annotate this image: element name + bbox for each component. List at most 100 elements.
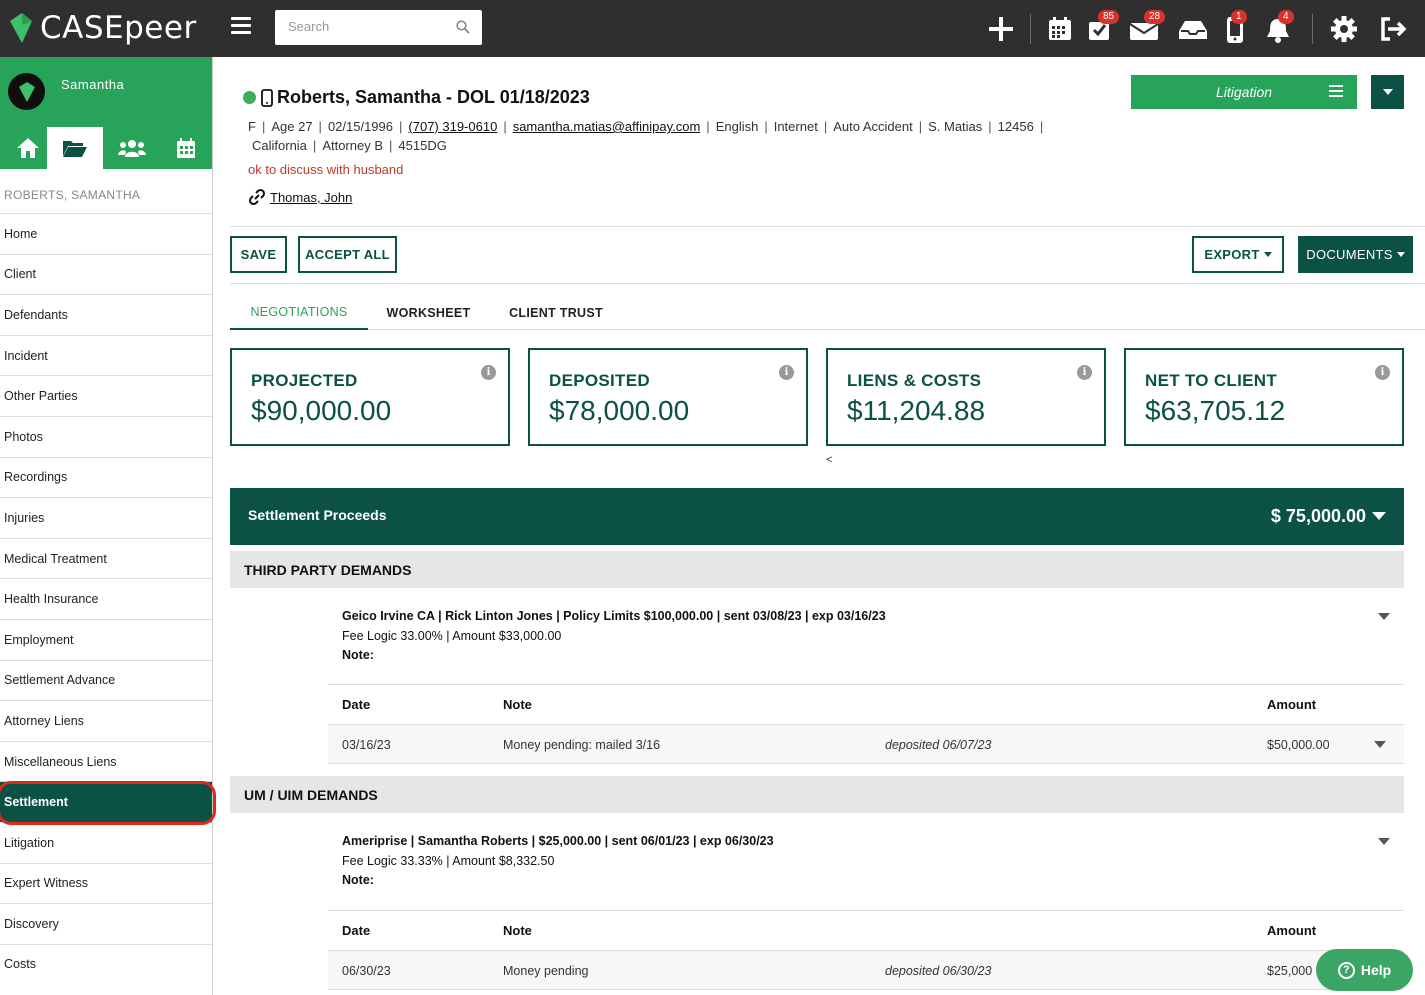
export-button[interactable]: EXPORT	[1192, 236, 1284, 273]
main-menu-icon[interactable]	[231, 17, 251, 37]
tab-contacts[interactable]	[104, 127, 160, 169]
help-button[interactable]: ? Help	[1316, 949, 1413, 991]
sidebar: Samantha ROBERTS, SAMANTHA Home Client D…	[0, 57, 216, 995]
help-label: Help	[1360, 962, 1392, 978]
sidebar-item-other-parties[interactable]: Other Parties	[0, 375, 212, 416]
sidebar-item-recordings[interactable]: Recordings	[0, 456, 212, 498]
demand-summary: Ameriprise | Samantha Roberts | $25,000.…	[342, 834, 774, 848]
phone-button[interactable]: 1	[1223, 10, 1253, 44]
add-icon[interactable]	[986, 14, 1016, 44]
sidebar-tabs	[0, 127, 212, 169]
case-attorney: Attorney B	[322, 138, 384, 153]
sidebar-item-discovery[interactable]: Discovery	[0, 903, 212, 944]
row-date: 03/16/23	[342, 738, 391, 752]
sidebar-item-health-insurance[interactable]: Health Insurance	[0, 578, 212, 619]
mail-badge: 28	[1144, 10, 1166, 24]
tasks-button[interactable]: 85	[1086, 10, 1120, 44]
linked-contact-link[interactable]: Thomas, John	[270, 190, 352, 205]
sidebar-item-defendants[interactable]: Defendants	[0, 294, 212, 335]
table-row[interactable]: 03/16/23 Money pending: mailed 3/16 depo…	[328, 724, 1404, 764]
sidebar-item-label: Settlement	[4, 795, 68, 810]
case-code: 4515DG	[398, 138, 447, 153]
help-icon: ?	[1337, 961, 1355, 979]
sidebar-item-label: Client	[4, 267, 36, 282]
users-icon	[118, 140, 146, 157]
proceeds-value: $ 75,000.00	[1270, 506, 1366, 526]
sidebar-item-settlement-advance[interactable]: Settlement Advance	[0, 659, 212, 701]
status-dot	[243, 91, 256, 104]
accept-all-button[interactable]: ACCEPT ALL	[298, 236, 397, 273]
settlement-proceeds-bar[interactable]: Settlement Proceeds $ 75,000.00	[230, 488, 1404, 545]
caret-down-icon[interactable]	[1378, 613, 1390, 620]
sidebar-item-home[interactable]: Home	[0, 213, 212, 254]
sidebar-item-medical-treatment[interactable]: Medical Treatment	[0, 537, 212, 579]
sidebar-item-costs[interactable]: Costs	[0, 943, 212, 985]
summary-card-liens-costs: LIENS & COSTS $11,204.88 i	[826, 348, 1106, 446]
caret-down-icon	[1372, 512, 1386, 520]
notifications-button[interactable]: 4	[1264, 10, 1294, 44]
notifications-badge: 4	[1278, 10, 1294, 24]
case-stage-button[interactable]: Litigation	[1131, 75, 1357, 109]
gear-icon[interactable]	[1329, 14, 1359, 44]
demand-summary: Geico Irvine CA | Rick Linton Jones | Po…	[342, 609, 886, 623]
demand-note-label: Note:	[342, 873, 374, 887]
table-header: Date Note Amount	[328, 910, 1404, 950]
search-input[interactable]	[275, 10, 445, 43]
tab-worksheet[interactable]: WORKSHEET	[380, 295, 477, 330]
sidebar-item-label: Photos	[4, 429, 43, 444]
client-email-link[interactable]: samantha.matias@affinipay.com	[513, 119, 701, 134]
sidebar-item-photos[interactable]: Photos	[0, 415, 212, 457]
demand-item: Geico Irvine CA | Rick Linton Jones | Po…	[342, 607, 886, 666]
sidebar-item-settlement[interactable]: Settlement	[0, 781, 216, 825]
tab-negotiations[interactable]: NEGOTIATIONS	[230, 295, 368, 330]
sidebar-item-expert-witness[interactable]: Expert Witness	[0, 862, 212, 904]
case-info-line-1: F | Age 27 | 02/15/1996 | (707) 319-0610 | saman…	[248, 119, 1044, 134]
sidebar-item-client[interactable]: Client	[0, 253, 212, 295]
casepeer-logo[interactable]: CASEpeer	[8, 8, 197, 48]
documents-label: DOCUMENTS	[1306, 247, 1393, 262]
table-row[interactable]: 06/30/23 Money pending deposited 06/30/2…	[328, 950, 1404, 990]
logout-icon[interactable]	[1378, 14, 1408, 44]
sidebar-item-litigation[interactable]: Litigation	[0, 821, 212, 863]
card-label: DEPOSITED	[549, 371, 650, 390]
mail-button[interactable]: 28	[1129, 10, 1166, 44]
card-label: LIENS & COSTS	[847, 371, 982, 390]
case-title-row: Roberts, Samantha - DOL 01/18/2023	[243, 87, 590, 108]
demand-note-label: Note:	[342, 648, 374, 662]
client-gender: F	[248, 119, 256, 134]
sidebar-item-miscellaneous-liens[interactable]: Miscellaneous Liens	[0, 740, 212, 782]
tab-client-trust[interactable]: CLIENT TRUST	[500, 295, 612, 330]
section-header-third-party: THIRD PARTY DEMANDS	[230, 551, 1404, 588]
sidebar-item-employment[interactable]: Employment	[0, 618, 212, 660]
sidebar-item-label: Home	[4, 226, 38, 241]
divider	[230, 283, 1425, 284]
calendar-icon[interactable]	[1045, 14, 1075, 44]
info-icon[interactable]: i	[1375, 365, 1390, 380]
sidebar-item-attorney-liens[interactable]: Attorney Liens	[0, 700, 212, 741]
stage-dropdown-button[interactable]	[1371, 75, 1404, 109]
info-icon[interactable]: i	[481, 365, 496, 380]
save-button[interactable]: SAVE	[230, 236, 287, 273]
sidebar-item-incident[interactable]: Incident	[0, 334, 212, 376]
tab-case-files[interactable]	[47, 127, 103, 169]
case-nav: Home Client Defendants Incident Other Pa…	[0, 213, 216, 985]
search-icon[interactable]	[456, 20, 470, 34]
link-icon	[248, 188, 266, 206]
column-amount: Amount	[1267, 923, 1317, 938]
info-icon[interactable]: i	[1077, 365, 1092, 380]
row-status: deposited 06/30/23	[885, 964, 992, 978]
case-info-line-2: California | Attorney B | 4515DG	[252, 138, 447, 153]
sidebar-item-label: Litigation	[4, 835, 55, 850]
mobile-phone-icon	[261, 88, 273, 107]
inbox-icon[interactable]	[1176, 14, 1210, 44]
caret-down-icon[interactable]	[1378, 838, 1390, 845]
avatar[interactable]	[8, 73, 45, 110]
caret-down-icon[interactable]	[1374, 741, 1386, 748]
info-icon[interactable]: i	[779, 365, 794, 380]
tab-calendar[interactable]	[158, 127, 214, 169]
carousel-prev-button[interactable]: <	[826, 454, 832, 466]
sidebar-item-injuries[interactable]: Injuries	[0, 497, 212, 538]
client-phone-link[interactable]: (707) 319-0610	[408, 119, 497, 134]
documents-button[interactable]: DOCUMENTS	[1298, 236, 1413, 273]
phone-badge: 1	[1231, 10, 1247, 24]
